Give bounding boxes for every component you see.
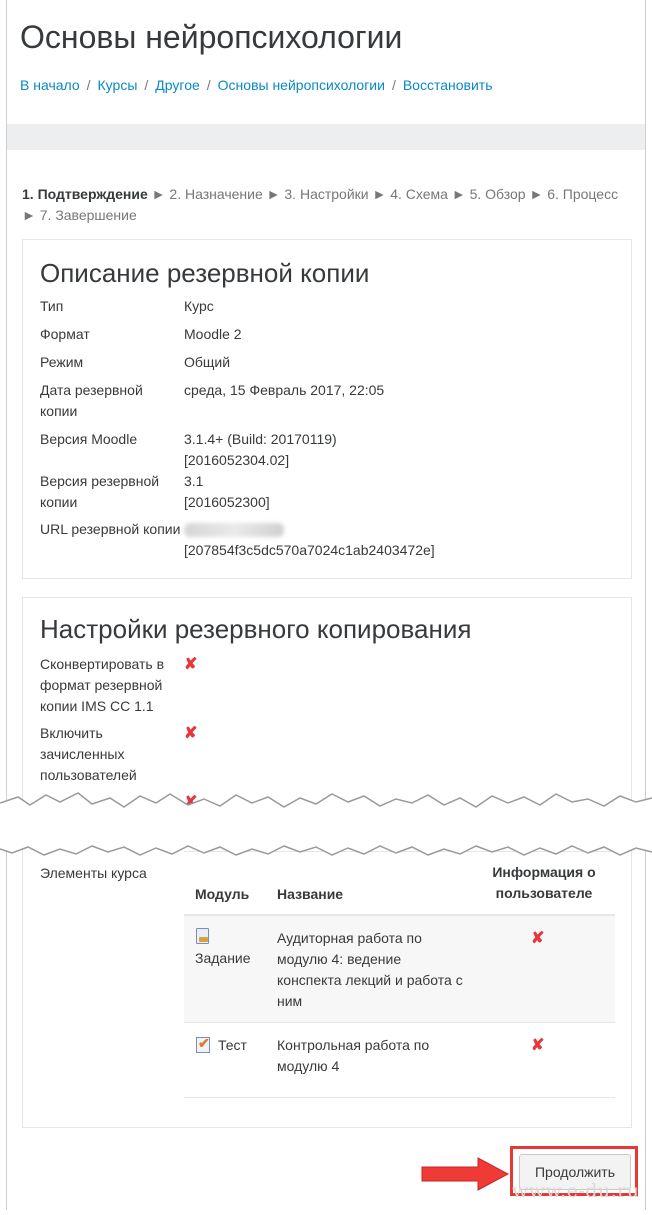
page-top-fragment: Основы нейропсихологии В начало / Курсы / Др…: [0, 0, 652, 818]
detail-label: Версия резервной копии: [40, 473, 160, 510]
detail-value-line: 3.1: [184, 473, 204, 489]
breadcrumb-separator: /: [86, 77, 91, 93]
setting-label: Включить зачисленных пользователей: [40, 725, 137, 783]
detail-value: [207854f3c5dc570a7024c1ab2403472e]: [184, 519, 614, 561]
detail-value: Курс: [184, 298, 214, 314]
detail-value-line: 3.1.4+ (Build: 20170119): [184, 431, 337, 447]
detail-value-line: [2016052304.02]: [184, 452, 290, 468]
breadcrumb-separator: /: [391, 77, 396, 93]
detail-value-line: [2016052300]: [184, 494, 270, 510]
breadcrumb: В начало / Курсы / Другое / Основы нейропсихол…: [20, 77, 493, 93]
quiz-icon: [195, 1033, 211, 1056]
course-elements-label: Элементы курса: [40, 865, 147, 881]
breadcrumb-separator: /: [144, 77, 149, 93]
page-bottom-fragment: Элементы курса Модуль Название Информаци…: [0, 838, 652, 1215]
detail-label: Версия Moodle: [40, 431, 138, 447]
cross-icon: ✘: [184, 725, 198, 742]
backup-settings-heading: Настройки резервного копирования: [40, 614, 472, 644]
course-elements-card: Элементы курса Модуль Название Информаци…: [22, 838, 632, 1128]
breadcrumb-course[interactable]: Основы нейропсихологии: [218, 77, 385, 93]
detail-value: Moodle 2: [184, 326, 242, 342]
backup-description-heading: Описание резервной копии: [40, 258, 370, 288]
detail-label: Режим: [40, 354, 84, 370]
detail-value: 3.1 [2016052300]: [184, 471, 614, 513]
cross-icon: ✘: [184, 656, 198, 673]
detail-label: Формат: [40, 326, 90, 342]
detail-label: Тип: [40, 298, 64, 314]
table-row: Тест Контрольная работа по модулю 4 ✘: [184, 1023, 615, 1098]
steps-rest: 2. Назначение ► 3. Настройки ► 4. Схема …: [169, 186, 619, 202]
breadcrumb-restore[interactable]: Восстановить: [403, 77, 493, 93]
watermark: www.e-du.ru: [512, 1180, 640, 1202]
assignment-icon: [195, 928, 209, 950]
activity-name: Контрольная работа по модулю 4: [277, 1037, 430, 1074]
step-current: 1. Подтверждение: [22, 186, 148, 202]
course-elements-table: Модуль Название Информация о пользовател…: [184, 851, 615, 1098]
setting-value: ✘: [184, 654, 614, 675]
detail-value: Общий: [184, 354, 231, 370]
column-header-module: Модуль: [195, 886, 250, 902]
detail-value: среда, 15 Февраль 2017, 22:05: [184, 382, 385, 398]
table-row: Задание Аудиторная работа по модулю 4: в…: [184, 916, 615, 1023]
detail-label: URL резервной копии: [40, 521, 181, 537]
cross-icon: ✘: [531, 1037, 545, 1054]
restore-steps: 1. Подтверждение ► 2. Назначение ► 3. На…: [22, 186, 619, 223]
module-type: Задание: [195, 950, 251, 966]
step-last: 7. Завершение: [39, 207, 137, 223]
torn-edge: [0, 792, 652, 818]
torn-edge: [0, 838, 652, 856]
navbar-strip: [7, 124, 645, 150]
setting-value: ✘: [184, 723, 614, 744]
breadcrumb-home[interactable]: В начало: [20, 77, 80, 93]
breadcrumb-separator: /: [206, 77, 211, 93]
page-title: Основы нейропсихологии: [20, 19, 403, 55]
breadcrumb-courses[interactable]: Курсы: [98, 77, 138, 93]
module-type: Тест: [218, 1037, 247, 1053]
column-header-userinfo: Информация о пользователе: [492, 864, 596, 901]
breadcrumb-other[interactable]: Другое: [155, 77, 199, 93]
blurred-url: [184, 523, 284, 538]
detail-value-line: [207854f3c5dc570a7024c1ab2403472e]: [184, 542, 435, 558]
detail-label: Дата резервной копии: [40, 382, 143, 419]
backup-description-card: Описание резервной копии Тип Курс Формат…: [22, 239, 632, 579]
column-header-name: Название: [277, 886, 344, 902]
activity-name: Аудиторная работа по модулю 4: ведение к…: [277, 930, 463, 1009]
setting-label: Сконвертировать в формат резервной копии…: [40, 656, 165, 714]
pointer-arrow-icon: [421, 1157, 510, 1191]
detail-value: 3.1.4+ (Build: 20170119) [2016052304.02]: [184, 429, 614, 471]
cross-icon: ✘: [531, 930, 545, 947]
